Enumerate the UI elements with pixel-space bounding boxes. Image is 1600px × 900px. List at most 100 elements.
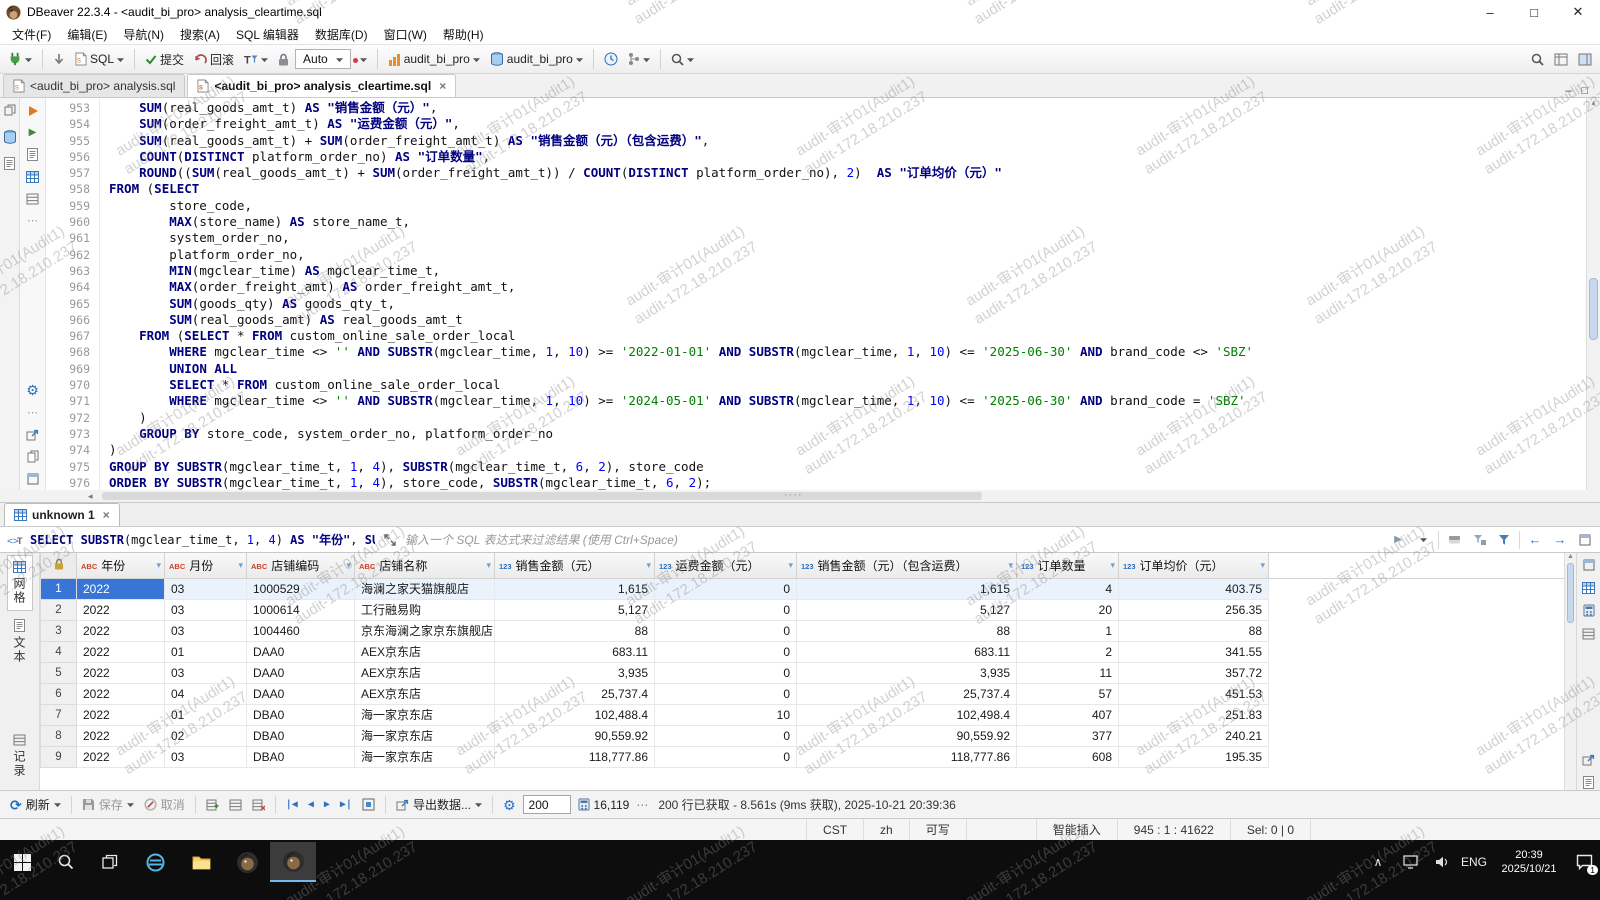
grid-cell[interactable]: 10 bbox=[655, 704, 797, 725]
cancel-button[interactable]: 取消 bbox=[141, 794, 188, 815]
menu-item[interactable]: 窗口(W) bbox=[376, 26, 435, 43]
column-menu-icon[interactable]: ▾ bbox=[1260, 560, 1265, 571]
taskbar-app-explorer[interactable] bbox=[178, 842, 224, 882]
focus-row-button[interactable] bbox=[359, 796, 378, 813]
taskbar-clock[interactable]: 20:392025/10/21 bbox=[1490, 848, 1568, 877]
grid-cell[interactable]: DAA0 bbox=[247, 641, 355, 662]
grid-cell[interactable]: 03 bbox=[165, 620, 247, 641]
maximize-panel-icon[interactable] bbox=[1581, 557, 1597, 572]
grid-cell[interactable]: DBA0 bbox=[247, 746, 355, 767]
grid-cell[interactable]: 341.55 bbox=[1119, 641, 1269, 662]
sql-code-area[interactable]: SUM(real_goods_amt_t) AS "销售金额（元）", SUM(… bbox=[100, 98, 1586, 490]
column-menu-icon[interactable]: ▾ bbox=[646, 560, 651, 571]
filter-input[interactable]: 输入一个 SQL 表达式来过滤结果 (使用 Ctrl+Space) bbox=[405, 531, 1383, 548]
action-center-button[interactable]: 1 bbox=[1568, 842, 1600, 882]
minimize-button[interactable]: – bbox=[1468, 0, 1512, 24]
tray-display-icon[interactable] bbox=[1394, 842, 1426, 882]
grid-cell[interactable]: 2022 bbox=[77, 641, 165, 662]
editor-horizontal-scrollbar[interactable]: ◂···· bbox=[0, 490, 1600, 503]
restore-navigator-icon[interactable] bbox=[2, 102, 18, 117]
grid-cell[interactable]: 0 bbox=[655, 641, 797, 662]
history-forward-icon[interactable]: → bbox=[1550, 532, 1570, 547]
tray-language-button[interactable]: ENG bbox=[1458, 842, 1490, 882]
column-header[interactable]: ABC店铺编码▾ bbox=[247, 553, 355, 578]
grid-cell[interactable]: 5,127 bbox=[797, 599, 1017, 620]
commit-mode-select[interactable]: Auto bbox=[295, 49, 351, 69]
grid-cell[interactable]: 工行融易购 bbox=[355, 599, 495, 620]
grid-cell[interactable]: 3,935 bbox=[495, 662, 655, 683]
more-actions-icon[interactable]: ⋯ bbox=[25, 213, 41, 228]
grid-cell[interactable]: 451.53 bbox=[1119, 683, 1269, 704]
delete-row-button[interactable] bbox=[249, 797, 268, 813]
grid-cell[interactable]: 2022 bbox=[77, 662, 165, 683]
editor-vertical-scrollbar[interactable]: ▴ bbox=[1586, 98, 1600, 490]
explain-plan-icon[interactable] bbox=[25, 147, 41, 162]
column-header[interactable]: ABC年份▾ bbox=[77, 553, 165, 578]
column-menu-icon[interactable]: ▾ bbox=[346, 560, 351, 571]
grid-cell[interactable]: 2022 bbox=[77, 704, 165, 725]
grid-cell[interactable]: 25,737.4 bbox=[495, 683, 655, 704]
task-button[interactable] bbox=[624, 50, 654, 68]
projects-panel-icon[interactable] bbox=[2, 156, 18, 171]
menu-item[interactable]: 数据库(D) bbox=[307, 26, 376, 43]
grid-cell[interactable]: 0 bbox=[655, 662, 797, 683]
grid-cell[interactable]: 04 bbox=[165, 683, 247, 704]
task-view-button[interactable] bbox=[88, 842, 132, 882]
taskbar-app-dbeaver[interactable] bbox=[224, 842, 270, 882]
rollback-button[interactable]: 回滚 bbox=[190, 49, 238, 70]
grid-cell[interactable]: 118,777.86 bbox=[797, 746, 1017, 767]
statusbar-segment[interactable]: 945 : 1 : 41622 bbox=[1117, 819, 1230, 840]
menu-item[interactable]: 帮助(H) bbox=[435, 26, 492, 43]
taskbar-app-ie[interactable] bbox=[132, 842, 178, 882]
open-script-button[interactable] bbox=[49, 51, 69, 68]
row-number[interactable]: 1 bbox=[41, 578, 77, 599]
record-mode-tab[interactable]: 记录 bbox=[7, 728, 33, 784]
grid-cell[interactable]: 90,559.92 bbox=[495, 725, 655, 746]
taskbar-search-button[interactable] bbox=[44, 842, 88, 882]
transaction-log-button[interactable]: T bbox=[240, 51, 272, 68]
grid-cell[interactable]: 377 bbox=[1017, 725, 1119, 746]
grid-cell[interactable]: 88 bbox=[1119, 620, 1269, 641]
grid-cell[interactable]: 海一家京东店 bbox=[355, 725, 495, 746]
grid-cell[interactable]: 357.72 bbox=[1119, 662, 1269, 683]
row-number[interactable]: 3 bbox=[41, 620, 77, 641]
overflow-icon[interactable]: ⋯ bbox=[636, 799, 648, 811]
editor-tab-0[interactable]: S<audit_bi_pro> analysis.sql bbox=[3, 74, 185, 97]
history-back-icon[interactable]: ← bbox=[1525, 532, 1545, 547]
grid-cell[interactable]: 102,488.4 bbox=[495, 704, 655, 725]
connection-time-button[interactable] bbox=[600, 50, 622, 68]
more-icon[interactable]: ⋯ bbox=[25, 405, 41, 420]
grid-cell[interactable]: 01 bbox=[165, 704, 247, 725]
grid-cell[interactable]: 256.35 bbox=[1119, 599, 1269, 620]
statusbar-segment[interactable]: Sel: 0 | 0 bbox=[1230, 819, 1310, 840]
grid-cell[interactable]: 118,777.86 bbox=[495, 746, 655, 767]
filter-icon[interactable] bbox=[1494, 534, 1514, 546]
column-header[interactable]: 123销售金额（元）（包含运费）▾ bbox=[797, 553, 1017, 578]
value-viewer-icon[interactable] bbox=[1581, 580, 1597, 595]
grid-cell[interactable]: 11 bbox=[1017, 662, 1119, 683]
grid-cell[interactable]: 88 bbox=[797, 620, 1017, 641]
refresh-button[interactable]: ⟳刷新 bbox=[7, 794, 64, 815]
maximize-button[interactable]: □ bbox=[1512, 0, 1556, 24]
grid-cell[interactable]: 2 bbox=[1017, 641, 1119, 662]
row-number[interactable]: 6 bbox=[41, 683, 77, 704]
grid-corner-cell[interactable] bbox=[41, 553, 77, 578]
grid-cell[interactable]: 195.35 bbox=[1119, 746, 1269, 767]
grid-cell[interactable]: 0 bbox=[655, 746, 797, 767]
taskbar-app-dbeaver-active[interactable] bbox=[270, 842, 316, 882]
grid-cell[interactable]: 20 bbox=[1017, 599, 1119, 620]
save-filter-icon[interactable] bbox=[1469, 534, 1489, 546]
grid-cell[interactable]: 海一家京东店 bbox=[355, 704, 495, 725]
execute-statement-icon[interactable] bbox=[25, 103, 41, 118]
clear-filter-icon[interactable] bbox=[1444, 534, 1464, 545]
grid-vertical-scrollbar[interactable]: ▲ bbox=[1564, 553, 1576, 790]
grid-cell[interactable]: 03 bbox=[165, 578, 247, 599]
last-page-button[interactable]: ▶| bbox=[337, 797, 355, 812]
row-number[interactable]: 4 bbox=[41, 641, 77, 662]
column-menu-icon[interactable]: ▾ bbox=[1110, 560, 1115, 571]
first-page-button[interactable]: |◀ bbox=[283, 797, 301, 812]
grid-cell[interactable]: 2022 bbox=[77, 599, 165, 620]
tray-expand-button[interactable]: ∧ bbox=[1362, 842, 1394, 882]
menu-item[interactable]: SQL 编辑器 bbox=[228, 26, 307, 43]
execute-script-icon[interactable]: ▶ bbox=[25, 125, 41, 140]
